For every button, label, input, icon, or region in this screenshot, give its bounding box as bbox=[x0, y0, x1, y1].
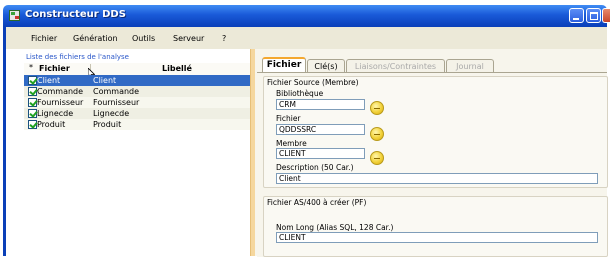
bibliotheque-field[interactable]: CRM bbox=[276, 99, 365, 110]
cell-libelle: Produit bbox=[93, 120, 122, 129]
file-list-panel: Liste des fichiers de l'analyse * Fichie… bbox=[6, 49, 254, 256]
row-checkbox[interactable] bbox=[28, 76, 37, 85]
cell-libelle: Commande bbox=[93, 87, 140, 96]
table-row[interactable]: Commande Commande bbox=[24, 86, 254, 97]
table-row[interactable]: Fournisseur Fournisseur bbox=[24, 97, 254, 108]
cell-fichier: Fournisseur bbox=[37, 98, 84, 107]
menu-bar: Fichier Génération Outils Serveur ? bbox=[6, 27, 607, 50]
cell-libelle: Fournisseur bbox=[93, 98, 140, 107]
title-bar[interactable]: Constructeur DDS bbox=[3, 5, 610, 27]
row-selector-header: * bbox=[29, 63, 33, 72]
table-row[interactable]: Client Client bbox=[24, 75, 254, 86]
membre-label: Membre bbox=[276, 139, 307, 148]
table-row[interactable]: Lignecde Lignecde bbox=[24, 108, 254, 119]
as400-file-group: Fichier AS/400 à créer (PF) Nom Long (Al… bbox=[263, 196, 608, 257]
row-checkbox[interactable] bbox=[28, 87, 37, 96]
nom-long-label: Nom Long (Alias SQL, 128 Car.) bbox=[276, 223, 394, 232]
cell-fichier: Produit bbox=[37, 120, 66, 129]
description-label: Description (50 Car.) bbox=[276, 163, 354, 172]
tab-journal: Journal bbox=[446, 59, 494, 73]
menu-help[interactable]: ? bbox=[222, 34, 226, 43]
bibliotheque-lookup-button[interactable] bbox=[370, 101, 384, 115]
cell-fichier: Commande bbox=[37, 87, 84, 96]
minimize-button[interactable] bbox=[569, 8, 584, 23]
row-checkbox[interactable] bbox=[28, 98, 37, 107]
description-field[interactable]: Client bbox=[276, 173, 598, 184]
menu-generation[interactable]: Génération bbox=[73, 34, 118, 43]
properties-panel: Fichier Clé(s) Liaisons/Contraintes Jour… bbox=[255, 49, 608, 257]
membre-field[interactable]: CLIENT bbox=[276, 148, 365, 159]
fichier-field[interactable]: QDDSSRC bbox=[276, 124, 365, 135]
menu-serveur[interactable]: Serveur bbox=[173, 34, 204, 43]
tab-content: Fichier Source (Membre) Bibliothèque CRM… bbox=[257, 72, 608, 257]
cell-fichier: Lignecde bbox=[37, 109, 74, 118]
fichier-lookup-button[interactable] bbox=[370, 127, 384, 141]
row-checkbox[interactable] bbox=[28, 120, 37, 129]
tab-fichier[interactable]: Fichier bbox=[262, 57, 306, 73]
menu-outils[interactable]: Outils bbox=[132, 34, 155, 43]
nom-long-field[interactable]: CLIENT bbox=[276, 232, 598, 243]
column-header-fichier[interactable]: Fichier bbox=[39, 64, 70, 73]
fichier-label: Fichier bbox=[276, 114, 301, 123]
cell-fichier: Client bbox=[37, 76, 61, 85]
column-header-libelle[interactable]: Libellé bbox=[162, 64, 192, 73]
tab-liaisons-contraintes: Liaisons/Contraintes bbox=[346, 59, 445, 73]
membre-lookup-button[interactable] bbox=[370, 151, 384, 165]
bibliotheque-label: Bibliothèque bbox=[276, 89, 324, 98]
menu-fichier[interactable]: Fichier bbox=[31, 34, 57, 43]
tab-cles[interactable]: Clé(s) bbox=[307, 59, 345, 73]
cell-libelle: Lignecde bbox=[93, 109, 130, 118]
app-icon bbox=[9, 10, 20, 21]
group-title: Fichier AS/400 à créer (PF) bbox=[267, 198, 367, 207]
maximize-button[interactable] bbox=[586, 8, 601, 23]
row-checkbox[interactable] bbox=[28, 109, 37, 118]
source-file-group: Fichier Source (Membre) Bibliothèque CRM… bbox=[263, 76, 608, 188]
window-title: Constructeur DDS bbox=[25, 9, 126, 20]
table-row[interactable]: Produit Produit bbox=[24, 119, 254, 130]
file-list-title: Liste des fichiers de l'analyse bbox=[26, 53, 129, 61]
close-button[interactable] bbox=[602, 8, 610, 23]
cell-libelle: Client bbox=[93, 76, 117, 85]
group-title: Fichier Source (Membre) bbox=[267, 78, 359, 87]
